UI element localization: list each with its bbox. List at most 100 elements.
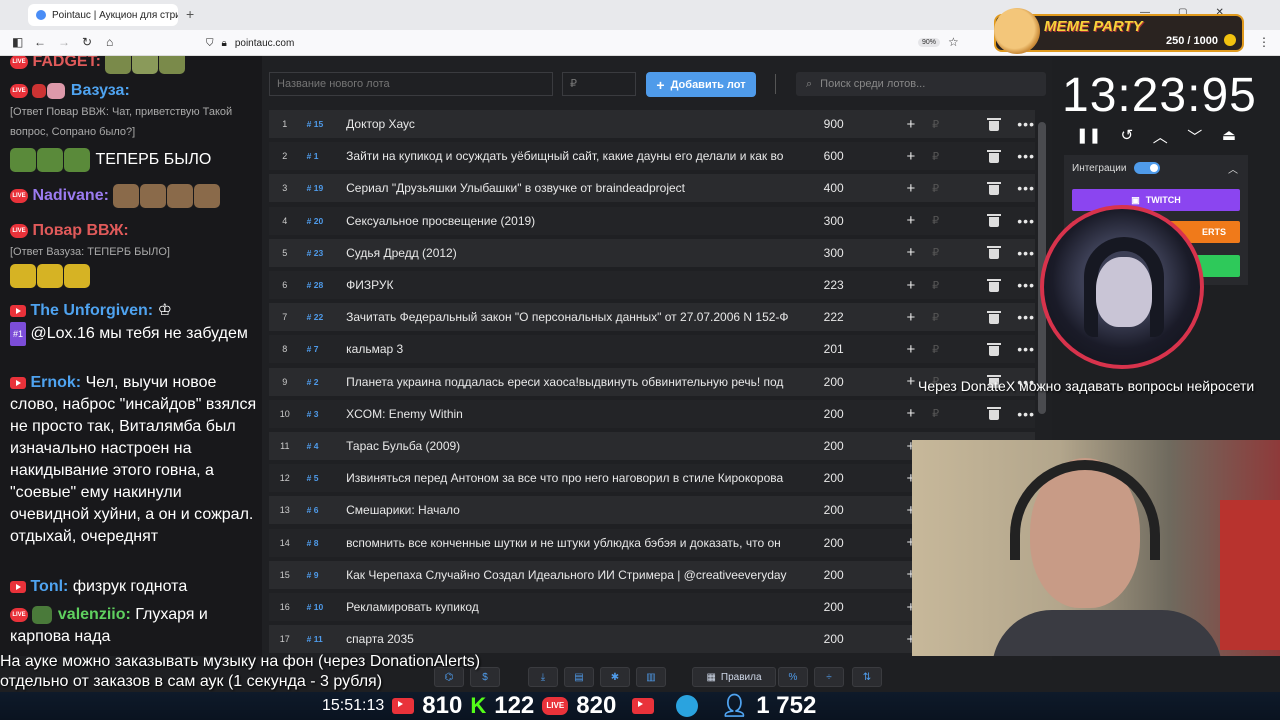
browser-tab[interactable]: Pointauc | Аукцион для стрим ✕ bbox=[28, 4, 178, 26]
add-amount-icon[interactable]: + bbox=[896, 405, 926, 422]
bug-icon[interactable]: ✱ bbox=[600, 667, 630, 687]
add-amount-icon[interactable]: + bbox=[896, 309, 926, 326]
more-options-icon[interactable]: ••• bbox=[1017, 148, 1035, 164]
reload-icon[interactable]: ↻ bbox=[82, 35, 92, 49]
delete-lot-icon[interactable] bbox=[987, 149, 1002, 163]
add-amount-icon[interactable]: + bbox=[896, 341, 926, 358]
lot-row[interactable]: 3 # 19 Сериал "Друзьяшки Улыбашки" в озвуч… bbox=[269, 174, 1035, 203]
lot-id[interactable]: # 10 bbox=[301, 602, 347, 612]
delete-lot-icon[interactable] bbox=[987, 310, 1002, 324]
lot-id[interactable]: # 11 bbox=[301, 634, 347, 644]
lot-amount[interactable]: 222 bbox=[801, 310, 873, 324]
lot-amount[interactable]: 200 bbox=[801, 503, 873, 517]
lot-id[interactable]: # 9 bbox=[301, 570, 347, 580]
more-options-icon[interactable]: ••• bbox=[1017, 341, 1035, 357]
lot-name[interactable]: XCOM: Enemy Within bbox=[346, 407, 801, 421]
lot-amount[interactable]: 300 bbox=[801, 246, 873, 260]
lot-price-input[interactable] bbox=[562, 72, 636, 96]
lot-amount[interactable]: 200 bbox=[801, 375, 873, 389]
lot-row[interactable]: 10 # 3 XCOM: Enemy Within 200 + ₽ ••• bbox=[269, 399, 1035, 428]
sidebar-toggle-icon[interactable]: ◧ bbox=[12, 35, 23, 49]
split-icon[interactable]: ÷ bbox=[814, 667, 844, 687]
lot-name[interactable]: Как Черепаха Случайно Создал Идеального … bbox=[346, 568, 801, 582]
chevron-up-icon[interactable]: ︿ bbox=[1153, 126, 1168, 147]
lot-name[interactable]: Зайти на купикод и осуждать уёбищный сай… bbox=[346, 149, 801, 163]
delete-lot-icon[interactable] bbox=[987, 117, 1002, 131]
lot-row[interactable]: 5 # 23 Судья Дредд (2012) 300 + ₽ ••• bbox=[269, 238, 1035, 267]
lot-name[interactable]: Судья Дредд (2012) bbox=[346, 246, 801, 260]
lot-id[interactable]: # 20 bbox=[301, 216, 347, 226]
delete-lot-icon[interactable] bbox=[987, 181, 1002, 195]
lot-row[interactable]: 8 # 7 кальмар 3 201 + ₽ ••• bbox=[269, 335, 1035, 364]
integrations-toggle[interactable] bbox=[1134, 162, 1160, 174]
more-options-icon[interactable]: ••• bbox=[1017, 309, 1035, 325]
lot-id[interactable]: # 23 bbox=[301, 248, 347, 258]
lot-amount[interactable]: 200 bbox=[801, 407, 873, 421]
lot-amount[interactable]: 900 bbox=[801, 117, 873, 131]
delete-lot-icon[interactable] bbox=[987, 214, 1002, 228]
lot-id[interactable]: # 5 bbox=[301, 473, 347, 483]
lot-name[interactable]: кальмар 3 bbox=[346, 342, 801, 356]
pause-icon[interactable]: ❚❚ bbox=[1076, 126, 1101, 147]
lot-row[interactable]: 2 # 1 Зайти на купикод и осуждать уёбищный… bbox=[269, 142, 1035, 171]
lot-name-input[interactable] bbox=[269, 72, 553, 96]
lot-id[interactable]: # 1 bbox=[301, 151, 347, 161]
more-options-icon[interactable]: ••• bbox=[1017, 406, 1035, 422]
lot-name[interactable]: Зачитать Федеральный закон "О персональн… bbox=[346, 310, 801, 324]
save-icon[interactable]: ▤ bbox=[564, 667, 594, 687]
lot-id[interactable]: # 15 bbox=[301, 119, 347, 129]
delete-lot-icon[interactable] bbox=[987, 342, 1002, 356]
sort-icon[interactable]: ⇅ bbox=[852, 667, 882, 687]
lot-name[interactable]: ФИЗРУК bbox=[346, 278, 801, 292]
more-options-icon[interactable]: ••• bbox=[1017, 116, 1035, 132]
lot-name[interactable]: Планета украина поддалась ереси хаоса!вы… bbox=[346, 375, 801, 389]
rules-button[interactable]: ▦ Правила bbox=[692, 667, 776, 687]
back-icon[interactable]: ← bbox=[34, 35, 46, 49]
more-options-icon[interactable]: ••• bbox=[1017, 180, 1035, 196]
lot-id[interactable]: # 4 bbox=[301, 441, 347, 451]
lot-row[interactable]: 7 # 22 Зачитать Федеральный закон "О персо… bbox=[269, 303, 1035, 332]
lot-id[interactable]: # 2 bbox=[301, 377, 347, 387]
lot-id[interactable]: # 7 bbox=[301, 344, 347, 354]
lot-id[interactable]: # 6 bbox=[301, 505, 347, 515]
lot-amount[interactable]: 600 bbox=[801, 149, 873, 163]
lot-id[interactable]: # 3 bbox=[301, 409, 347, 419]
chevron-up-icon[interactable]: ︿ bbox=[1228, 161, 1238, 176]
lot-amount[interactable]: 200 bbox=[801, 471, 873, 485]
lot-amount[interactable]: 400 bbox=[801, 181, 873, 195]
lot-name[interactable]: Тарас Бульба (2009) bbox=[346, 439, 801, 453]
zoom-level[interactable]: 90% bbox=[918, 38, 941, 47]
lot-row[interactable]: 6 # 28 ФИЗРУК 223 + ₽ ••• bbox=[269, 271, 1035, 299]
lot-row[interactable]: 1 # 15 Доктор Хаус 900 + ₽ ••• bbox=[269, 110, 1035, 138]
new-tab-button[interactable]: + bbox=[186, 6, 194, 22]
add-amount-icon[interactable]: + bbox=[896, 116, 926, 133]
lot-amount[interactable]: 223 bbox=[801, 278, 873, 292]
delete-lot-icon[interactable] bbox=[987, 278, 1002, 292]
download-icon[interactable]: ⤓ bbox=[528, 667, 558, 687]
add-amount-icon[interactable]: + bbox=[896, 244, 926, 261]
double-up-icon[interactable]: ⏏ bbox=[1222, 126, 1236, 147]
lot-name[interactable]: Сериал "Друзьяшки Улыбашки" в озвучке от… bbox=[346, 181, 801, 195]
more-options-icon[interactable]: ••• bbox=[1017, 245, 1035, 261]
lot-amount[interactable]: 300 bbox=[801, 214, 873, 228]
delete-lot-icon[interactable] bbox=[987, 246, 1002, 260]
lot-row[interactable]: 4 # 20 Сексуальное просвещение (2019) 300 + ₽… bbox=[269, 206, 1035, 235]
lot-name[interactable]: Доктор Хаус bbox=[346, 117, 801, 131]
lot-amount[interactable]: 200 bbox=[801, 632, 873, 646]
menu-icon[interactable]: ⋮ bbox=[1258, 35, 1270, 49]
add-amount-icon[interactable]: + bbox=[896, 180, 926, 197]
add-amount-icon[interactable]: + bbox=[896, 277, 926, 294]
lot-amount[interactable]: 201 bbox=[801, 342, 873, 356]
delete-lot-icon[interactable] bbox=[987, 407, 1002, 421]
reset-icon[interactable]: ↺ bbox=[1121, 126, 1134, 147]
home-icon[interactable]: ⌂ bbox=[106, 35, 113, 49]
lot-amount[interactable]: 200 bbox=[801, 439, 873, 453]
chevron-down-icon[interactable]: ﹀ bbox=[1187, 126, 1202, 147]
add-amount-icon[interactable]: + bbox=[896, 212, 926, 229]
lot-name[interactable]: Сексуальное просвещение (2019) bbox=[346, 214, 801, 228]
add-lot-button[interactable]: + Добавить лот bbox=[646, 72, 756, 97]
lot-name[interactable]: вспомнить все конченные шутки и не штуки… bbox=[346, 536, 801, 550]
clear-list-icon[interactable]: ▥ bbox=[636, 667, 666, 687]
lot-id[interactable]: # 19 bbox=[301, 183, 347, 193]
lot-name[interactable]: спарта 2035 bbox=[346, 632, 801, 646]
